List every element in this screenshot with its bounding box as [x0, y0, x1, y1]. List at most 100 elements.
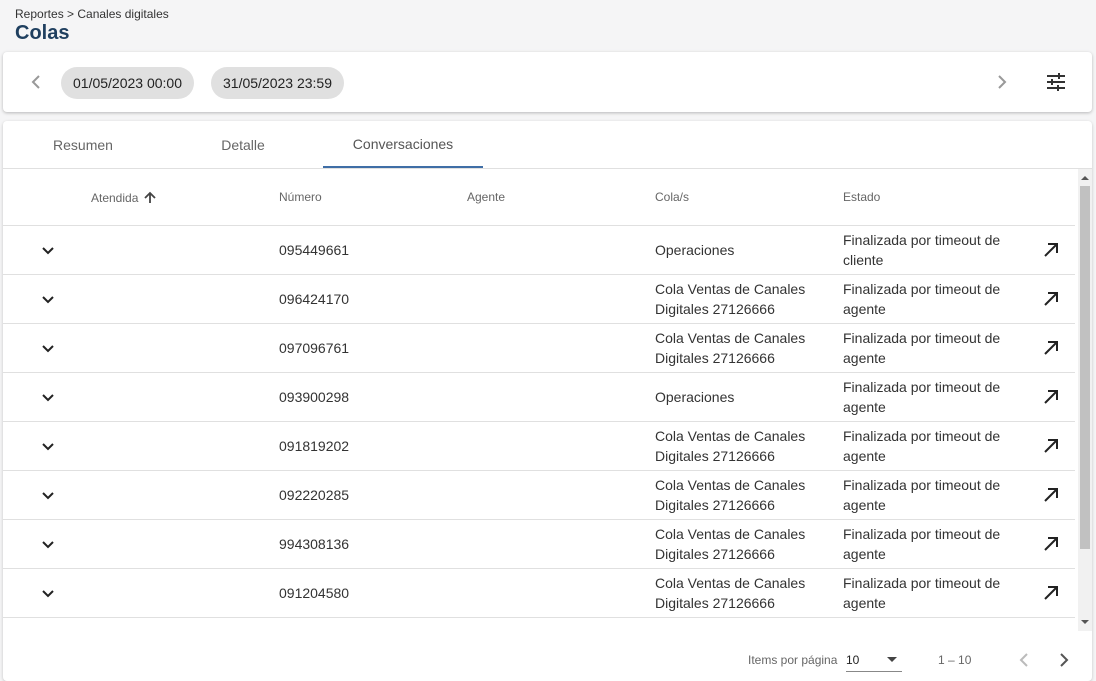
- scroll-down-icon[interactable]: [1081, 618, 1089, 626]
- arrow-up-icon: [144, 191, 157, 203]
- estado-cell: Finalizada por timeout de agente: [843, 279, 1023, 319]
- numero-cell: 097096761: [279, 340, 350, 356]
- estado-line-1: Finalizada por timeout de: [843, 232, 1001, 248]
- cola-line-1: Operaciones: [655, 389, 735, 405]
- numero-cell: 091204580: [279, 585, 350, 601]
- estado-line-1: Finalizada por timeout de: [843, 575, 1001, 591]
- expand-more-icon: [42, 590, 54, 598]
- next-period-button[interactable]: [990, 70, 1014, 94]
- expand-more-icon: [42, 394, 54, 402]
- next-page-button[interactable]: [1052, 648, 1076, 672]
- start-date-chip[interactable]: 01/05/2023 00:00: [61, 67, 194, 99]
- estado-line-2: agente: [843, 546, 886, 562]
- page-size-select[interactable]: 10: [846, 646, 902, 672]
- tab-detalle[interactable]: Detalle: [163, 121, 323, 168]
- estado-line-2: agente: [843, 301, 886, 317]
- numero-cell: 091819202: [279, 438, 350, 454]
- expand-row-button[interactable]: [36, 385, 60, 409]
- column-header-estado[interactable]: Estado: [843, 190, 880, 204]
- end-date-chip[interactable]: 31/05/2023 23:59: [211, 67, 344, 99]
- column-header-colas[interactable]: Cola/s: [655, 190, 689, 204]
- expand-row-button[interactable]: [36, 532, 60, 556]
- previous-page-button[interactable]: [1012, 648, 1036, 672]
- table-row: 092220285 Cola Ventas de Canales Digitales…: [3, 471, 1075, 520]
- table-scrollbar[interactable]: [1078, 169, 1092, 631]
- cola-cell: Cola Ventas de Canales Digitales 27126666: [655, 573, 835, 613]
- estado-line-1: Finalizada por timeout de: [843, 330, 1001, 346]
- expand-row-button[interactable]: [36, 434, 60, 458]
- column-header-numero[interactable]: Número: [279, 190, 322, 204]
- numero-cell: 994308136: [279, 536, 350, 552]
- estado-line-2: agente: [843, 497, 886, 513]
- cola-cell: Cola Ventas de Canales Digitales 27126666: [655, 524, 835, 564]
- estado-cell: Finalizada por timeout de cliente: [843, 230, 1023, 270]
- paginator: Items por página 10 1 – 10: [3, 642, 1092, 681]
- estado-line-1: Finalizada por timeout de: [843, 477, 1001, 493]
- estado-line-1: Finalizada por timeout de: [843, 622, 1023, 624]
- expand-row-button[interactable]: [36, 581, 60, 605]
- numero-cell: 095449661: [279, 242, 350, 258]
- previous-period-button[interactable]: [24, 70, 48, 94]
- chevron-right-icon: [1060, 653, 1069, 667]
- cola-cell: Cola Ventas de Canales Digitales 27126666: [655, 475, 835, 515]
- tab-conversaciones[interactable]: Conversaciones: [323, 121, 483, 168]
- estado-line-2: agente: [843, 350, 886, 366]
- scrollbar-thumb[interactable]: [1080, 186, 1090, 549]
- table-header: Atendida Número Agente Cola/s Estado: [3, 169, 1075, 226]
- expand-row-button[interactable]: [36, 336, 60, 360]
- open-conversation-button[interactable]: [1039, 287, 1063, 311]
- cola-line-1: Cola Ventas de Canales: [655, 575, 806, 591]
- estado-cell: Finalizada por timeout de agente: [843, 426, 1023, 466]
- column-header-agente[interactable]: Agente: [467, 190, 505, 204]
- table-row: 097096761 Cola Ventas de Canales Digitales…: [3, 324, 1075, 373]
- estado-cell: Finalizada por timeout de agente: [843, 377, 1023, 417]
- cola-cell: Cola Ventas de Canales Digitales 27126666: [655, 426, 835, 466]
- table-row: 096424170 Cola Ventas de Canales Digitales…: [3, 275, 1075, 324]
- cola-line-2: Digitales 27126666: [655, 546, 775, 562]
- expand-row-button[interactable]: [36, 287, 60, 311]
- cola-line-1: Cola Ventas de Canales: [655, 428, 806, 444]
- open-in-new-icon: [1044, 292, 1058, 306]
- estado-line-1: Finalizada por timeout de: [843, 428, 1001, 444]
- open-conversation-button[interactable]: [1039, 238, 1063, 262]
- estado-cell: Finalizada por timeout de agente: [843, 328, 1023, 368]
- cola-line-1: Cola Ventas de Canales: [655, 281, 806, 297]
- breadcrumb: Reportes > Canales digitales: [15, 7, 169, 21]
- cola-line-1: Cola Ventas de Canales: [655, 330, 806, 346]
- cola-line-2: Digitales 27126666: [655, 497, 775, 513]
- scroll-up-icon[interactable]: [1081, 174, 1089, 182]
- open-conversation-button[interactable]: [1039, 581, 1063, 605]
- items-per-page-label: Items por página: [748, 653, 838, 667]
- estado-cell: Finalizada por timeout de agente: [843, 475, 1023, 515]
- table-row: 994308136 Cola Ventas de Canales Digitales…: [3, 520, 1075, 569]
- filter-settings-button[interactable]: [1044, 70, 1068, 94]
- estado-cell: Finalizada por timeout de agente: [843, 573, 1023, 613]
- numero-cell: 092220285: [279, 487, 350, 503]
- chevron-right-icon: [998, 75, 1007, 89]
- chevron-left-icon: [31, 75, 40, 89]
- cola-cell: Operaciones: [655, 240, 835, 260]
- cola-line-1: Cola Ventas de Canales: [655, 526, 806, 542]
- table-row: Cola Ventas de CanalesFinalizada por tim…: [3, 618, 1075, 624]
- expand-more-icon: [42, 541, 54, 549]
- estado-line-1: Finalizada por timeout de: [843, 379, 1001, 395]
- expand-row-button[interactable]: [36, 483, 60, 507]
- open-conversation-button[interactable]: [1039, 385, 1063, 409]
- open-in-new-icon: [1044, 390, 1058, 404]
- open-conversation-button[interactable]: [1039, 336, 1063, 360]
- table-row: 095449661 Operaciones Finalizada por timeo…: [3, 226, 1075, 275]
- cola-line-2: Digitales 27126666: [655, 595, 775, 611]
- column-header-atendida[interactable]: Atendida: [91, 190, 158, 206]
- open-conversation-button[interactable]: [1039, 532, 1063, 556]
- expand-row-button[interactable]: [36, 238, 60, 262]
- open-conversation-button[interactable]: [1039, 434, 1063, 458]
- tab-resumen[interactable]: Resumen: [3, 121, 163, 168]
- estado-cell: Finalizada por timeout de: [843, 622, 1023, 624]
- dropdown-arrow-icon: [887, 657, 897, 662]
- date-filter-bar: 01/05/2023 00:00 31/05/2023 23:59: [3, 52, 1092, 112]
- cola-line-2: Digitales 27126666: [655, 350, 775, 366]
- page-range-label: 1 – 10: [938, 653, 972, 667]
- open-conversation-button[interactable]: [1039, 483, 1063, 507]
- open-in-new-icon: [1044, 243, 1058, 257]
- expand-more-icon: [42, 247, 54, 255]
